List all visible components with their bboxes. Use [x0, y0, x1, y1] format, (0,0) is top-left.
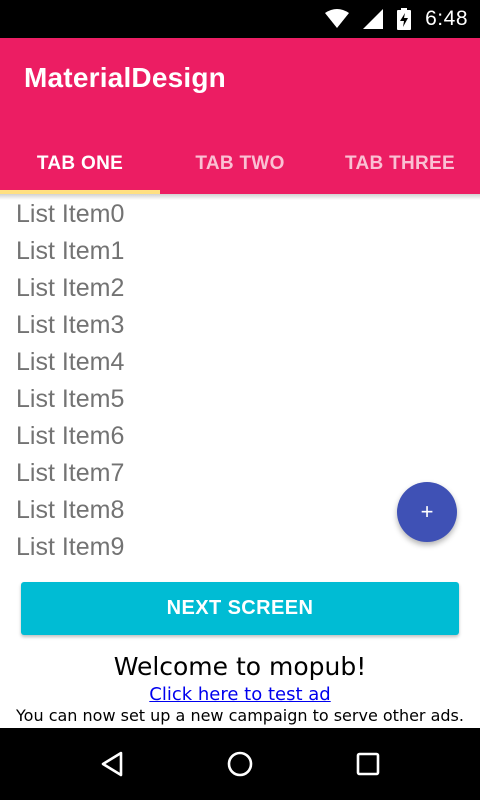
home-button[interactable] — [220, 744, 260, 784]
item-list[interactable]: List Item0 List Item1 List Item2 List It… — [16, 196, 396, 566]
list-item[interactable]: List Item8 — [16, 492, 396, 529]
list-item[interactable]: List Item2 — [16, 270, 396, 307]
battery-icon — [397, 8, 412, 30]
campaign-info-text: You can now set up a new campaign to ser… — [16, 706, 464, 725]
tab-three[interactable]: TAB THREE — [320, 134, 480, 194]
system-nav-bar — [0, 728, 480, 800]
plus-icon: + — [420, 499, 434, 524]
back-button[interactable] — [92, 744, 132, 784]
list-item[interactable]: List Item1 — [16, 233, 396, 270]
welcome-text: Welcome to mopub! — [113, 652, 367, 681]
status-bar: 6:48 — [0, 0, 480, 38]
recents-icon — [356, 752, 380, 776]
status-time: 6:48 — [425, 7, 468, 30]
list-item[interactable]: List Item7 — [16, 455, 396, 492]
list-item[interactable]: List Item5 — [16, 381, 396, 418]
list-item[interactable]: List Item6 — [16, 418, 396, 455]
signal-icon — [363, 9, 384, 29]
list-item[interactable]: List Item9 — [16, 529, 396, 566]
tab-two[interactable]: TAB TWO — [160, 134, 320, 194]
app-bar: MaterialDesign TAB ONE TAB TWO TAB THREE — [0, 38, 480, 194]
list-item[interactable]: List Item4 — [16, 344, 396, 381]
app-title: MaterialDesign — [24, 62, 226, 93]
list-item[interactable]: List Item0 — [16, 196, 396, 233]
back-icon — [101, 751, 123, 777]
home-icon — [227, 751, 253, 777]
test-ad-link-label: Click here to test ad — [149, 684, 331, 705]
tab-one[interactable]: TAB ONE — [0, 134, 160, 194]
tab-label: TAB TWO — [195, 153, 285, 174]
tab-label: TAB ONE — [36, 153, 124, 174]
add-fab-button[interactable]: + — [397, 482, 457, 542]
test-ad-link[interactable]: Click here to test ad — [0, 684, 480, 705]
next-screen-button[interactable]: NEXT SCREEN — [21, 582, 459, 635]
tab-label: TAB THREE — [344, 153, 455, 174]
tab-bar: TAB ONE TAB TWO TAB THREE — [0, 134, 480, 194]
wifi-icon — [325, 9, 350, 29]
list-item[interactable]: List Item3 — [16, 307, 396, 344]
recents-button[interactable] — [348, 744, 388, 784]
